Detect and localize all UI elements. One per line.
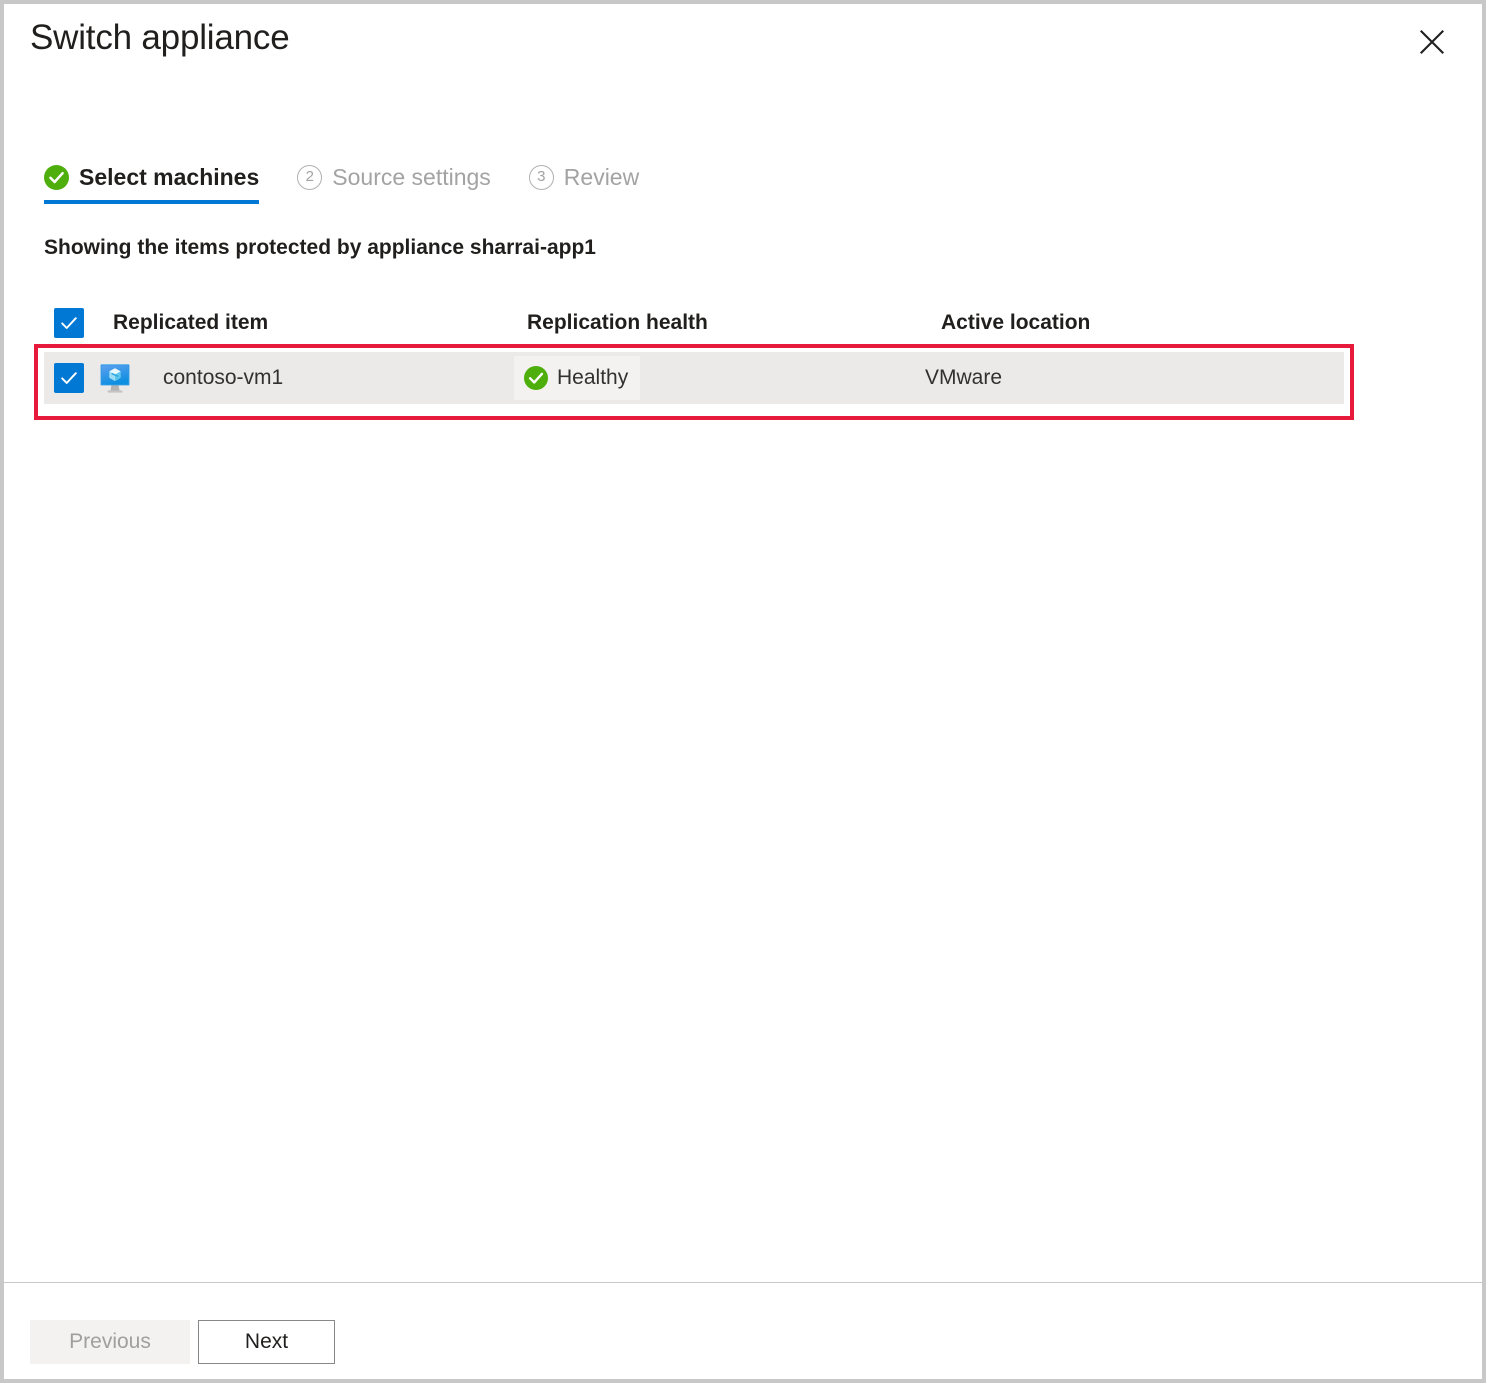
footer-actions: Previous Next	[30, 1320, 335, 1364]
replicated-items-table: Replicated item Replication health Activ…	[44, 300, 1344, 404]
switch-appliance-dialog: Switch appliance Select machines 2 Sourc…	[0, 0, 1486, 1383]
virtual-machine-icon	[98, 361, 132, 395]
cell-replicated-item-name: contoso-vm1	[163, 366, 284, 389]
column-header-replication-health[interactable]: Replication health	[527, 300, 708, 346]
close-button[interactable]	[1410, 20, 1454, 64]
step-number-badge: 3	[528, 164, 554, 190]
table-header-row: Replicated item Replication health Activ…	[44, 300, 1344, 346]
wizard-step-label: Source settings	[332, 164, 491, 190]
table-row[interactable]: contoso-vm1 Healthy VMware	[44, 352, 1344, 404]
wizard-steps: Select machines 2 Source settings 3 Revi…	[44, 156, 677, 206]
column-header-replicated-item[interactable]: Replicated item	[113, 300, 268, 346]
active-step-underline	[44, 200, 259, 204]
page-title: Switch appliance	[30, 18, 290, 57]
footer-divider	[4, 1282, 1482, 1283]
window-frame-border	[0, 0, 1486, 1383]
previous-button[interactable]: Previous	[30, 1320, 190, 1364]
subtitle: Showing the items protected by appliance…	[44, 236, 596, 259]
next-button[interactable]: Next	[198, 1320, 335, 1364]
column-header-active-location[interactable]: Active location	[941, 300, 1090, 346]
step-number-badge: 2	[297, 164, 323, 190]
close-icon	[1419, 29, 1445, 55]
wizard-step-label: Select machines	[79, 164, 260, 190]
wizard-step-label: Review	[563, 164, 640, 190]
cell-active-location: VMware	[925, 366, 1003, 389]
wizard-step-review[interactable]: 3 Review	[528, 156, 640, 198]
select-all-checkbox[interactable]	[54, 308, 84, 338]
healthy-check-icon	[524, 366, 548, 390]
row-select-checkbox[interactable]	[54, 363, 84, 393]
wizard-step-select-machines[interactable]: Select machines	[44, 156, 259, 198]
status-badge-label: Healthy	[557, 366, 629, 389]
check-circle-icon	[44, 164, 69, 190]
wizard-step-source-settings[interactable]: 2 Source settings	[297, 156, 491, 198]
status-badge: Healthy	[514, 356, 641, 400]
